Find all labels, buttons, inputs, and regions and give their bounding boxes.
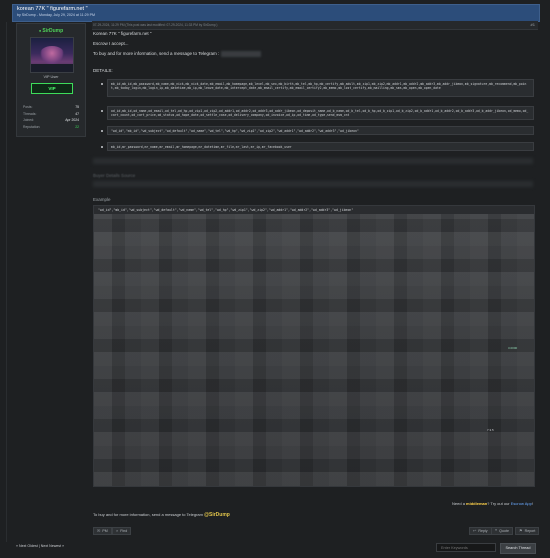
blurred-divider	[93, 158, 533, 164]
report-button[interactable]: ⚑ Report	[515, 527, 540, 535]
search-thread-button[interactable]: Search Thread	[500, 543, 536, 554]
code-block: mb_id,mr_password,mr_name,mr_email,mr_ho…	[107, 142, 534, 151]
user-stats: Posts: 75 Threads: 47 Joined: Apr 2024 Repu…	[23, 105, 79, 131]
quote-icon: ❝	[495, 528, 498, 533]
code-block: od_id,mb_id,od_name,od_email,od_tel,od_h…	[107, 106, 534, 120]
left-rail	[6, 22, 7, 542]
blurred-line	[93, 181, 533, 187]
avatar[interactable]	[30, 37, 74, 73]
bullet-icon	[101, 130, 103, 132]
pm-button[interactable]: ✉ PM	[93, 527, 112, 535]
bullet-icon	[101, 110, 103, 112]
post-escrow-note: Escrow I accept...	[93, 41, 129, 46]
example-first-line: "wd_id","mb_id","wd_subject","wd_default…	[98, 208, 354, 212]
thread-navigation: « Next Oldest | Next Newest »	[16, 544, 65, 548]
details-label: DETAILS:	[93, 68, 113, 73]
stat-reputation: Reputation: 22	[23, 124, 79, 129]
vip-badge: VIP	[31, 83, 73, 94]
example-label: Example	[93, 197, 111, 202]
post-date: 07-29-2024, 11:29 PM (This post was last…	[93, 23, 218, 27]
post-telegram-note: To buy and for more information, send a …	[93, 51, 261, 57]
bullet-icon	[101, 146, 103, 148]
reply-button[interactable]: ↩ Reply	[469, 527, 492, 535]
telegram-handle: @SirDump	[204, 512, 230, 518]
redacted-contact	[220, 51, 261, 57]
search-input[interactable]	[436, 543, 496, 552]
thread-subtitle: by SirDump - Monday, July 29, 2024 at 11…	[17, 13, 95, 17]
escrow-app-link[interactable]: Escrow App	[511, 501, 532, 506]
example-fragment: 7.3.5	[487, 428, 494, 432]
post-number-link[interactable]: #1	[531, 22, 535, 27]
example-fragment: 3.0000	[508, 346, 518, 350]
post-heading: Korean 77K " figurefarm.net "	[93, 31, 152, 36]
blurred-section-title: Buyer Details Source	[93, 173, 136, 178]
envelope-icon: ✉	[97, 528, 101, 533]
find-button[interactable]: ⌕ Find	[112, 527, 132, 535]
bullet-icon	[101, 83, 103, 85]
next-newest-link[interactable]: Next Newest »	[41, 544, 64, 548]
thread-title: korean 77K " figurefarm.net "	[17, 6, 88, 12]
code-block: mb_id,mb_id,mb_password,mb_name,mb_nick,…	[107, 79, 534, 97]
signature: To buy and for more information, send a …	[93, 512, 230, 518]
quote-button[interactable]: ❝ Quote	[491, 527, 513, 535]
user-panel: ● SirDump VIP User VIP Posts: 75 Threads:…	[16, 23, 86, 137]
example-code-block: "wd_id","mb_id","wd_subject","wd_default…	[93, 205, 535, 487]
post-meta-bar: 07-29-2024, 11:29 PM (This post was last…	[92, 21, 538, 30]
forum-thread-page: korean 77K " figurefarm.net " by SirDump…	[0, 0, 550, 558]
next-oldest-link[interactable]: « Next Oldest	[16, 544, 38, 548]
username-link[interactable]: ● SirDump	[17, 28, 85, 34]
user-rank: VIP User	[43, 75, 59, 79]
code-block: "wd_id","mb_id","wd_subject","wd_default…	[107, 126, 534, 135]
pixelated-sample-data	[94, 214, 534, 486]
search-icon: ⌕	[116, 528, 119, 533]
thread-header: korean 77K " figurefarm.net " by SirDump…	[12, 4, 540, 22]
reply-icon: ↩	[473, 528, 477, 533]
flag-icon: ⚑	[519, 528, 523, 533]
username-text: SirDump	[42, 28, 64, 34]
middleman-ad: Need a middleman? Try out our Escrow App…	[452, 501, 533, 506]
